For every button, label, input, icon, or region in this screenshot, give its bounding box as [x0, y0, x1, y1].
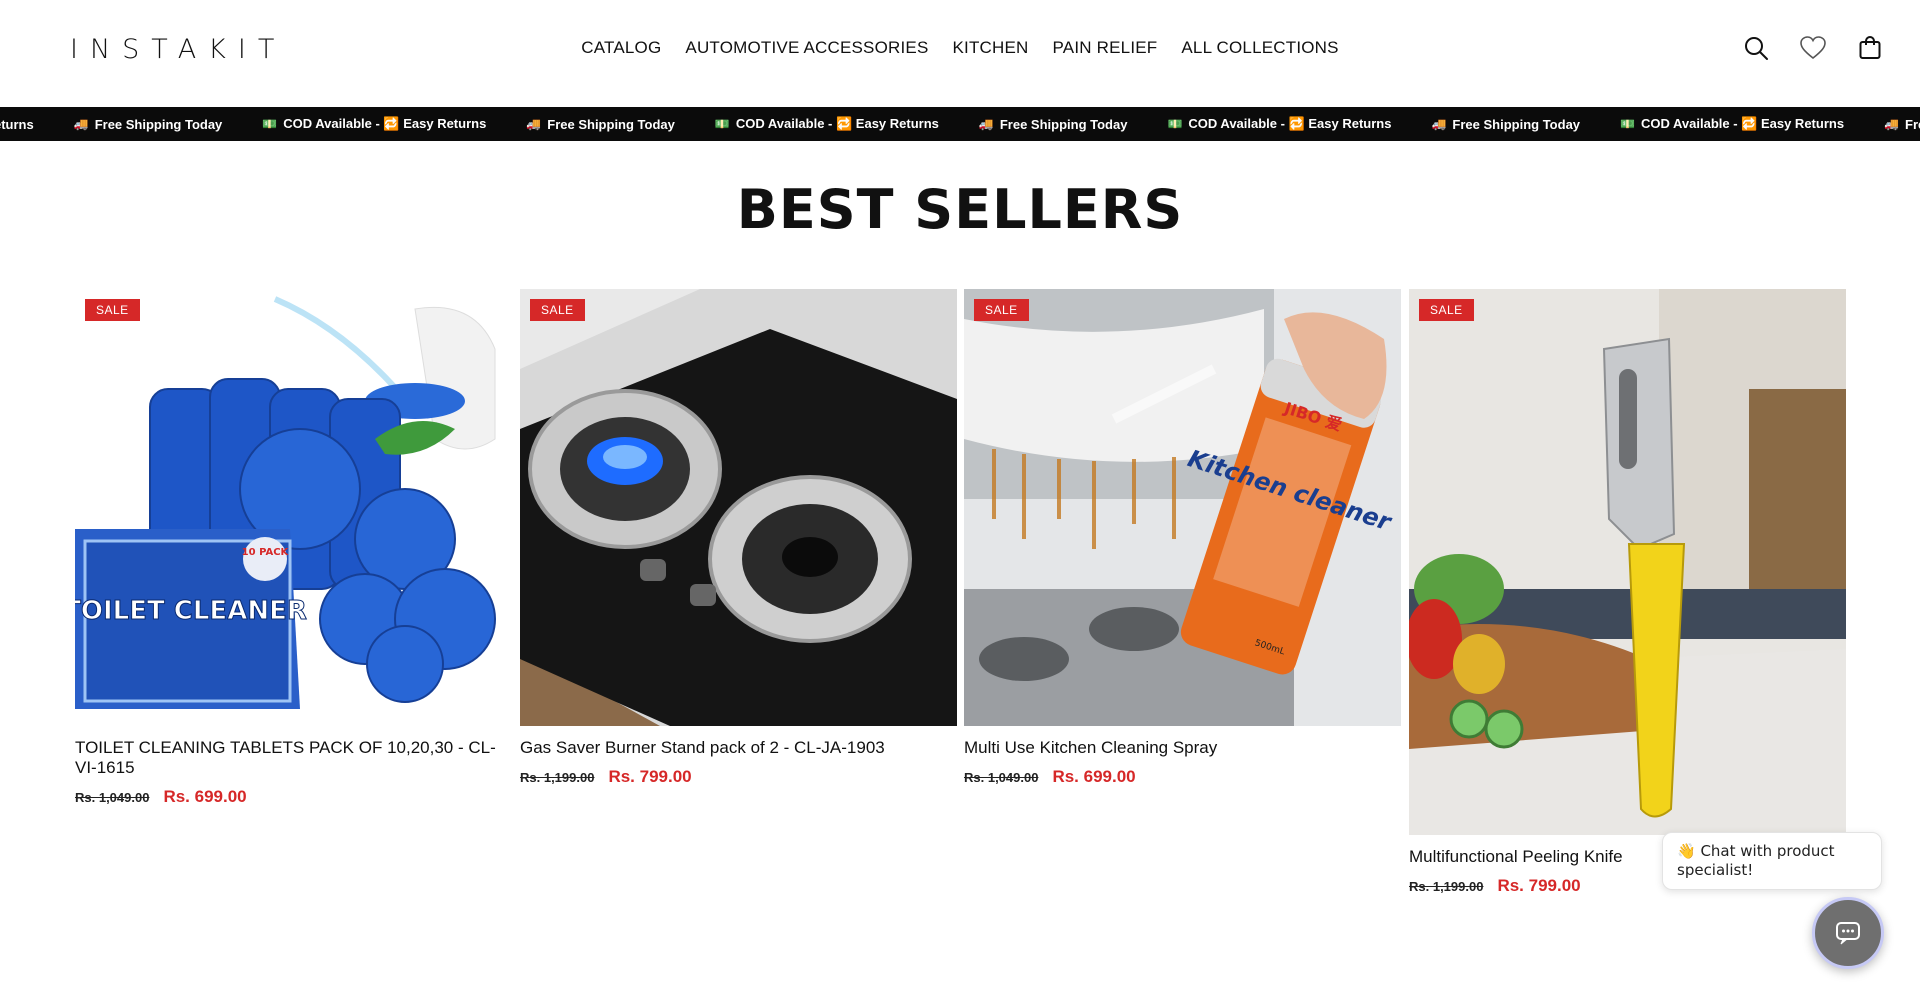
announcement-item: 🚚Free Shipping To	[1884, 116, 1920, 132]
money-icon: 💵	[714, 117, 730, 131]
kitchen-spray-image: Kitchen cleaner JIBO 爱 500mL	[964, 289, 1401, 726]
money-icon: 💵	[1167, 117, 1183, 131]
announcement-item: 🚚 Free Shipping Today	[1431, 116, 1581, 132]
toilet-pack-label: 10 PACK	[242, 547, 290, 558]
announcement-item: 🚚 Free Shipping Today	[526, 116, 675, 132]
toilet-cleaner-label: TOILET CLEANER	[75, 596, 307, 626]
wishlist-button[interactable]	[1799, 34, 1827, 62]
chat-prompt-bubble[interactable]: 👋 Chat with product specialist!	[1662, 832, 1882, 890]
section-title: BEST SELLERS	[736, 178, 1184, 241]
compare-at-price: Rs. 1,199.00	[520, 770, 595, 785]
truck-icon: 🚚	[978, 117, 994, 131]
truck-icon: 🚚	[73, 117, 89, 131]
product-image[interactable]: SALE	[1409, 289, 1846, 835]
truck-icon: 🚚	[1431, 117, 1447, 131]
price-row: Rs. 1,199.00 Rs. 799.00	[520, 767, 957, 787]
heart-icon	[1800, 36, 1826, 60]
truck-icon: 🚚	[1884, 117, 1899, 131]
announcement-item: 🚚 Free Shipping Today	[978, 116, 1128, 132]
site-header: INSTAKIT CATALOG AUTOMOTIVE ACCESSORIES …	[0, 0, 1920, 107]
price-row: Rs. 1,049.00 Rs. 699.00	[75, 787, 512, 807]
search-button[interactable]	[1742, 34, 1770, 62]
product-card[interactable]: SALE Kitchen cleaner JIBO 爱 500mL Multi …	[964, 289, 1401, 787]
announcement-bar: eturns 🚚Free Shipping Today 💵COD Availab…	[0, 107, 1920, 141]
sale-price: Rs. 799.00	[1497, 876, 1581, 895]
sale-badge: SALE	[974, 299, 1029, 321]
sale-badge: SALE	[1419, 299, 1474, 321]
product-title[interactable]: Multi Use Kitchen Cleaning Spray	[964, 738, 1401, 758]
nav-item-all-collections[interactable]: ALL COLLECTIONS	[1181, 38, 1338, 58]
product-image[interactable]: SALE	[520, 289, 957, 726]
nav-item-catalog[interactable]: CATALOG	[581, 38, 661, 58]
money-icon: 💵	[262, 117, 278, 131]
compare-at-price: Rs. 1,199.00	[1409, 879, 1484, 894]
search-icon	[1745, 37, 1768, 60]
sale-badge: SALE	[530, 299, 585, 321]
announcement-item: 🚚 Free Shipping Today	[73, 116, 223, 132]
product-card[interactable]: SALE Gas Saver Burner Stand pack of 2 - …	[520, 289, 957, 787]
product-title[interactable]: TOILET CLEANING TABLETS PACK OF 10,20,30…	[75, 738, 512, 778]
compare-at-price: Rs. 1,049.00	[964, 770, 1039, 785]
gas-burner-image	[520, 289, 957, 726]
chat-launcher-button[interactable]	[1812, 897, 1884, 969]
sale-price: Rs. 699.00	[1052, 767, 1136, 786]
money-icon: 💵	[1620, 117, 1635, 131]
sale-price: Rs. 799.00	[608, 767, 692, 786]
announcement-item: 💵 COD Available - 🔁 Easy Returns	[1620, 116, 1845, 131]
chat-icon	[1836, 922, 1860, 945]
nav-item-kitchen[interactable]: KITCHEN	[953, 38, 1029, 58]
announcement-item: 💵 COD Available - 🔁 Easy Returns	[714, 116, 939, 131]
product-card[interactable]: SALE Multifunctional Peeling Knife Rs. 1…	[1409, 289, 1846, 896]
announcement-item: eturns	[0, 116, 34, 132]
announcement-track: eturns 🚚Free Shipping Today 💵COD Availab…	[0, 107, 1920, 141]
toilet-tablets-image: 10 PACK TOILET CLEANER	[75, 289, 512, 726]
sale-badge: SALE	[85, 299, 140, 321]
price-row: Rs. 1,049.00 Rs. 699.00	[964, 767, 1401, 787]
peeling-knife-image	[1409, 289, 1846, 835]
announcement-item: 💵 COD Available - 🔁 Easy Returns	[1167, 116, 1392, 131]
nav-item-pain-relief[interactable]: PAIN RELIEF	[1053, 38, 1158, 58]
sale-price: Rs. 699.00	[163, 787, 247, 806]
nav-item-automotive-accessories[interactable]: AUTOMOTIVE ACCESSORIES	[685, 38, 928, 58]
product-image[interactable]: SALE Kitchen cleaner JIBO 爱 500mL	[964, 289, 1401, 726]
announcement-item: 💵 COD Available - 🔁 Easy Returns	[262, 116, 487, 131]
truck-icon: 🚚	[526, 117, 542, 131]
product-image[interactable]: SALE 10 PACK TOILET CLEANER	[75, 289, 512, 726]
product-title[interactable]: Gas Saver Burner Stand pack of 2 - CL-JA…	[520, 738, 957, 758]
product-card[interactable]: SALE 10 PACK TOILET CLEANER TOILET CLEAN…	[75, 289, 512, 807]
cart-button[interactable]	[1856, 34, 1884, 62]
compare-at-price: Rs. 1,049.00	[75, 790, 150, 805]
main-nav: CATALOG AUTOMOTIVE ACCESSORIES KITCHEN P…	[0, 38, 1920, 58]
shopping-bag-icon	[1859, 36, 1881, 59]
